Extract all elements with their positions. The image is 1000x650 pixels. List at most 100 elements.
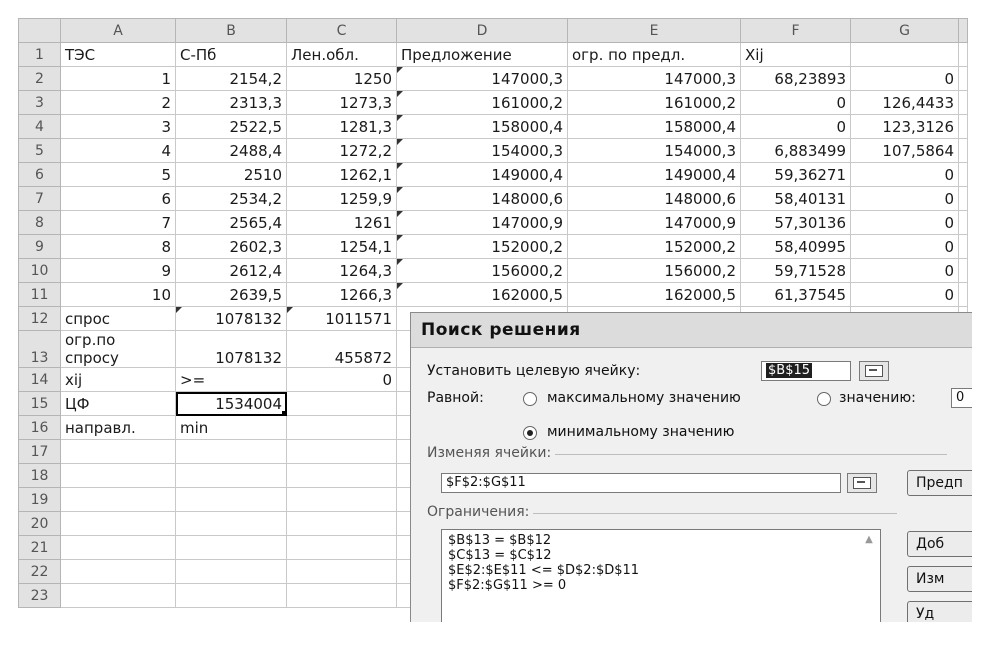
cell-e2[interactable]: 147000,3: [567, 66, 741, 91]
cell-b6[interactable]: 2510: [175, 162, 287, 187]
cell-e7[interactable]: 148000,6: [567, 186, 741, 211]
cell-d6[interactable]: 149000,4: [396, 162, 568, 187]
guess-button[interactable]: Предп: [907, 470, 972, 496]
cell-f1[interactable]: Xij: [740, 42, 851, 67]
cell-g7[interactable]: 0: [850, 186, 959, 211]
cell-b14[interactable]: >=: [175, 367, 287, 392]
cell-a7[interactable]: 6: [60, 186, 176, 211]
cell-a21[interactable]: [60, 535, 176, 560]
cell-b2[interactable]: 2154,2: [175, 66, 287, 91]
cell-a20[interactable]: [60, 511, 176, 536]
constraint-item[interactable]: $F$2:$G$11 >= 0: [442, 578, 880, 593]
row-header[interactable]: 15: [18, 391, 61, 416]
cell-g4[interactable]: 123,3126: [850, 114, 959, 139]
cell-e11[interactable]: 162000,5: [567, 282, 741, 307]
cell-g1[interactable]: [850, 42, 959, 67]
cell-b13[interactable]: 1078132: [175, 330, 287, 368]
cell-a18[interactable]: [60, 463, 176, 488]
cell-c4[interactable]: 1281,3: [286, 114, 397, 139]
cell-g3[interactable]: 126,4433: [850, 90, 959, 115]
cell-g8[interactable]: 0: [850, 210, 959, 235]
cell-f4[interactable]: 0: [740, 114, 851, 139]
constraint-item[interactable]: $E$2:$E$11 <= $D$2:$D$11: [442, 563, 880, 578]
cell-a5[interactable]: 4: [60, 138, 176, 163]
cell-e5[interactable]: 154000,3: [567, 138, 741, 163]
cell-c12[interactable]: 1011571: [286, 306, 397, 331]
cell-b18[interactable]: [175, 463, 287, 488]
add-constraint-button[interactable]: Доб: [907, 531, 972, 557]
column-header-d[interactable]: D: [396, 18, 568, 43]
cell-d2[interactable]: 147000,3: [396, 66, 568, 91]
changing-collapse-button[interactable]: [847, 473, 877, 493]
cell-f7[interactable]: 58,40131: [740, 186, 851, 211]
cell-c22[interactable]: [286, 559, 397, 584]
scroll-up-icon[interactable]: ▲: [860, 532, 878, 548]
cell-a9[interactable]: 8: [60, 234, 176, 259]
cell-d4[interactable]: 158000,4: [396, 114, 568, 139]
target-cell-input[interactable]: $B$15: [761, 361, 851, 381]
cell-d8[interactable]: 147000,9: [396, 210, 568, 235]
cell-c18[interactable]: [286, 463, 397, 488]
cell-c17[interactable]: [286, 439, 397, 464]
cell-b16[interactable]: min: [175, 415, 287, 440]
row-header[interactable]: 7: [18, 186, 61, 211]
cell-d3[interactable]: 161000,2: [396, 90, 568, 115]
cell-c21[interactable]: [286, 535, 397, 560]
cell-a8[interactable]: 7: [60, 210, 176, 235]
cell-f2[interactable]: 68,23893: [740, 66, 851, 91]
cell-g9[interactable]: 0: [850, 234, 959, 259]
cell-b15[interactable]: 1534004: [175, 391, 287, 416]
value-input[interactable]: 0: [951, 388, 972, 408]
cell-g10[interactable]: 0: [850, 258, 959, 283]
cell-b7[interactable]: 2534,2: [175, 186, 287, 211]
column-header-c[interactable]: C: [286, 18, 397, 43]
cell-b19[interactable]: [175, 487, 287, 512]
cell-b22[interactable]: [175, 559, 287, 584]
cell-c7[interactable]: 1259,9: [286, 186, 397, 211]
cell-c2[interactable]: 1250: [286, 66, 397, 91]
cell-d11[interactable]: 162000,5: [396, 282, 568, 307]
cell-f8[interactable]: 57,30136: [740, 210, 851, 235]
cell-a3[interactable]: 2: [60, 90, 176, 115]
radio-max[interactable]: [523, 392, 537, 406]
row-header[interactable]: 6: [18, 162, 61, 187]
change-constraint-button[interactable]: Изм: [907, 566, 972, 592]
cell-e10[interactable]: 156000,2: [567, 258, 741, 283]
row-header[interactable]: 16: [18, 415, 61, 440]
cell-a12[interactable]: спрос: [60, 306, 176, 331]
delete-constraint-button[interactable]: Уд: [907, 601, 972, 622]
row-header[interactable]: 5: [18, 138, 61, 163]
cell-a11[interactable]: 10: [60, 282, 176, 307]
cell-c9[interactable]: 1254,1: [286, 234, 397, 259]
cell-a16[interactable]: направл.: [60, 415, 176, 440]
row-header[interactable]: 9: [18, 234, 61, 259]
row-header[interactable]: 22: [18, 559, 61, 584]
cell-c5[interactable]: 1272,2: [286, 138, 397, 163]
column-header-f[interactable]: F: [740, 18, 851, 43]
cell-b20[interactable]: [175, 511, 287, 536]
cell-b5[interactable]: 2488,4: [175, 138, 287, 163]
cell-c19[interactable]: [286, 487, 397, 512]
row-header[interactable]: 10: [18, 258, 61, 283]
row-header[interactable]: 20: [18, 511, 61, 536]
cell-a13[interactable]: огр.по спросу: [60, 330, 176, 368]
cell-e1[interactable]: огр. по предл.: [567, 42, 741, 67]
cell-c13[interactable]: 455872: [286, 330, 397, 368]
cell-e3[interactable]: 161000,2: [567, 90, 741, 115]
cell-b3[interactable]: 2313,3: [175, 90, 287, 115]
radio-value[interactable]: [817, 392, 831, 406]
cell-c6[interactable]: 1262,1: [286, 162, 397, 187]
cell-d9[interactable]: 152000,2: [396, 234, 568, 259]
row-header[interactable]: 13: [18, 330, 61, 368]
cell-b10[interactable]: 2612,4: [175, 258, 287, 283]
radio-min-label[interactable]: минимальному значению: [547, 424, 734, 440]
cell-a17[interactable]: [60, 439, 176, 464]
cell-f11[interactable]: 61,37545: [740, 282, 851, 307]
cell-a4[interactable]: 3: [60, 114, 176, 139]
cell-a15[interactable]: ЦФ: [60, 391, 176, 416]
cell-a23[interactable]: [60, 583, 176, 608]
column-header-e[interactable]: E: [567, 18, 741, 43]
row-header[interactable]: 11: [18, 282, 61, 307]
cell-d7[interactable]: 148000,6: [396, 186, 568, 211]
row-header[interactable]: 2: [18, 66, 61, 91]
